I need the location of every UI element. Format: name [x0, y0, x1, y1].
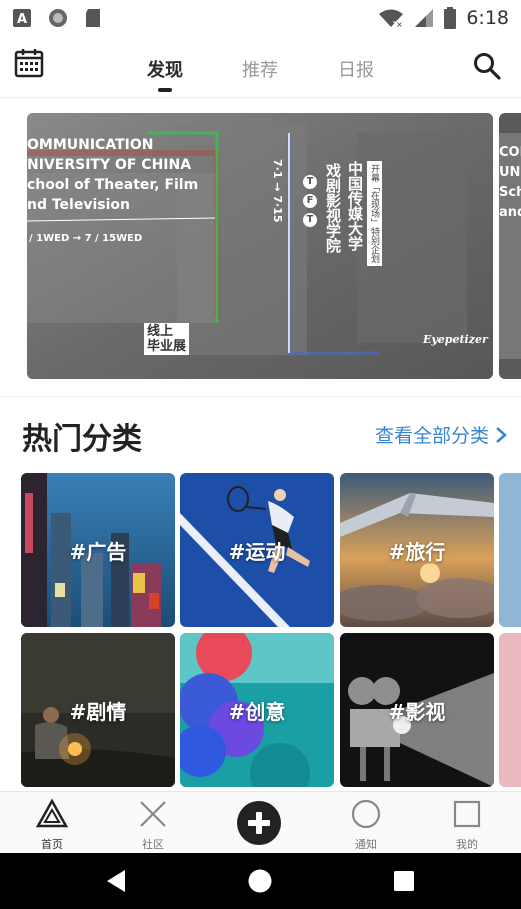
category-label: #旅行	[388, 539, 446, 564]
bottom-tab-label: 社区	[142, 838, 164, 851]
category-next-peek	[499, 633, 521, 787]
banner-card[interactable]: OMMUNICATION NIVERSITY OF CHINA chool of…	[27, 113, 493, 379]
tft-letter: F	[303, 194, 317, 208]
back-icon[interactable]	[103, 868, 129, 894]
category-label: #影视	[388, 699, 446, 724]
banner-next-line-1: COI	[499, 145, 521, 160]
bottom-tab-community[interactable]: 社区	[113, 792, 193, 854]
search-icon[interactable]	[473, 52, 501, 80]
plus-create-icon	[237, 801, 281, 845]
status-left: A	[12, 8, 102, 28]
banner-en-line-2: NIVERSITY OF CHINA	[27, 157, 192, 173]
tab-daily[interactable]: 日报	[338, 56, 374, 82]
section-title: 热门分类	[22, 422, 142, 457]
bottom-tab-profile[interactable]: 我的	[427, 792, 507, 854]
cross-community-icon	[140, 801, 166, 827]
active-tab-indicator	[158, 88, 172, 92]
tab-discover[interactable]: 发现	[147, 56, 183, 82]
system-nav-bar	[0, 853, 521, 909]
category-label: #运动	[228, 539, 286, 564]
category-ads[interactable]: #广告	[21, 473, 175, 627]
bottom-tab-label: 我的	[456, 838, 478, 851]
battery-icon	[444, 7, 457, 29]
top-nav: 发现 推荐 日报	[0, 36, 521, 98]
bottom-tab-bar: 首页 社区 通知 我的	[0, 791, 521, 853]
banner-date-range: / 1WED → 7 / 15WED	[29, 233, 143, 244]
banner-next-card[interactable]: COI UNI Sch and	[499, 113, 521, 379]
a-notification-icon: A	[13, 9, 31, 27]
banner-cn-title-1: 中国传媒大学	[346, 161, 364, 251]
tft-letter: T	[303, 175, 317, 189]
category-travel[interactable]: #旅行	[340, 473, 494, 627]
banner-next-line-4: and	[499, 205, 521, 220]
bottom-tab-label: 通知	[355, 838, 377, 851]
see-all-categories-link[interactable]: 查看全部分类	[375, 421, 507, 448]
chevron-right-icon	[496, 426, 507, 443]
bottom-tab-label: 首页	[41, 838, 63, 851]
banner-tft: T F T	[303, 175, 317, 227]
app-screen: A × 6:18 发现 推荐 日报 OMMUNICATION NIVERSITY…	[0, 0, 521, 909]
bottom-tab-create[interactable]	[219, 792, 299, 854]
banner-vertical-date: 7·1 → 7·15	[271, 159, 284, 223]
svg-text:×: ×	[396, 20, 403, 28]
category-sports[interactable]: #运动	[180, 473, 334, 627]
category-creative[interactable]: #创意	[180, 633, 334, 787]
banner-badge: 线上 毕业展	[144, 323, 190, 355]
wifi-icon: ×	[379, 9, 404, 28]
svg-text:A: A	[17, 12, 27, 27]
category-label: #创意	[228, 699, 286, 724]
badge-line-2: 毕业展	[147, 339, 187, 354]
banner-carousel: OMMUNICATION NIVERSITY OF CHINA chool of…	[0, 98, 521, 398]
circle-notification-icon	[351, 799, 381, 829]
banner-brand: Eyepetizer	[423, 333, 488, 346]
bottom-tab-notifications[interactable]: 通知	[326, 792, 406, 854]
category-film[interactable]: #影视	[340, 633, 494, 787]
badge-line-1: 线上	[147, 324, 174, 339]
circle-notification-icon	[49, 9, 67, 27]
bottom-tab-home[interactable]: 首页	[12, 792, 92, 854]
category-label: #广告	[69, 539, 127, 564]
clock: 6:18	[466, 7, 509, 29]
banner-cn-subtitle: 开幕「在现场」特别企划	[367, 161, 382, 266]
category-next-peek	[499, 473, 521, 627]
tab-recommend[interactable]: 推荐	[242, 56, 278, 82]
home-icon[interactable]	[247, 868, 273, 894]
square-profile-icon	[453, 800, 481, 828]
category-drama[interactable]: #剧情	[21, 633, 175, 787]
banner-next-line-2: UNI	[499, 165, 521, 180]
sd-card-icon	[86, 9, 100, 27]
triangle-home-icon	[36, 798, 68, 828]
signal-icon	[415, 9, 434, 27]
banner-en-line-3: chool of Theater, Film	[27, 177, 199, 193]
status-bar: A × 6:18	[0, 0, 521, 36]
banner-en-line-4: nd Television	[27, 197, 130, 213]
recents-icon[interactable]	[392, 869, 416, 893]
banner-en-line-1: OMMUNICATION	[27, 137, 154, 153]
section-divider	[0, 396, 521, 397]
top-tabs: 发现 推荐 日报	[0, 36, 521, 98]
banner-next-line-3: Sch	[499, 185, 521, 200]
see-all-label: 查看全部分类	[374, 425, 489, 447]
status-right: × 6:18	[378, 7, 509, 29]
banner-cn-title-2: 戏剧影视学院	[324, 163, 342, 253]
category-label: #剧情	[69, 699, 127, 724]
tft-letter: T	[303, 213, 317, 227]
